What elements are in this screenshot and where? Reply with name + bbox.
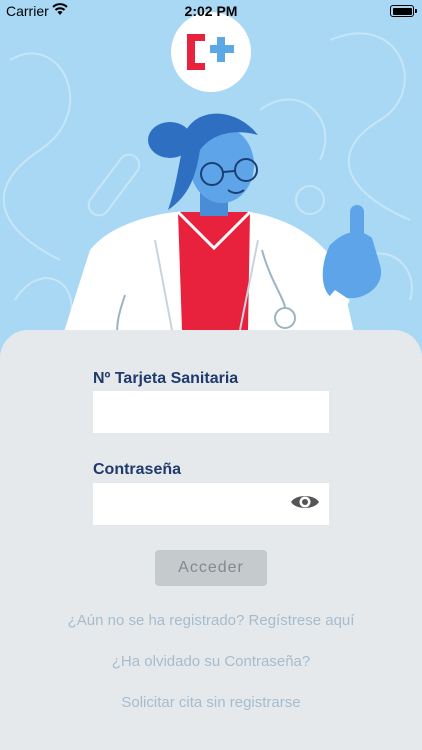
- register-link[interactable]: ¿Aún no se ha registrado? Regístrese aqu…: [0, 612, 422, 629]
- card-number-input[interactable]: [93, 391, 329, 433]
- status-bar: Carrier 2:02 PM: [0, 0, 422, 22]
- app-logo: [171, 12, 251, 92]
- doctor-illustration: [2, 12, 413, 360]
- forgot-password-link[interactable]: ¿Ha olvidado su Contraseña?: [0, 653, 422, 670]
- status-time: 2:02 PM: [184, 3, 238, 19]
- battery-icon: [390, 5, 417, 17]
- eye-icon[interactable]: [290, 492, 320, 512]
- appointment-without-registration-link[interactable]: Solicitar cita sin registrarse: [0, 694, 422, 711]
- doctor-figure: [55, 113, 382, 360]
- card-number-label: Nº Tarjeta Sanitaria: [93, 370, 239, 387]
- password-label: Contraseña: [93, 461, 182, 478]
- login-button[interactable]: Acceder: [155, 550, 267, 586]
